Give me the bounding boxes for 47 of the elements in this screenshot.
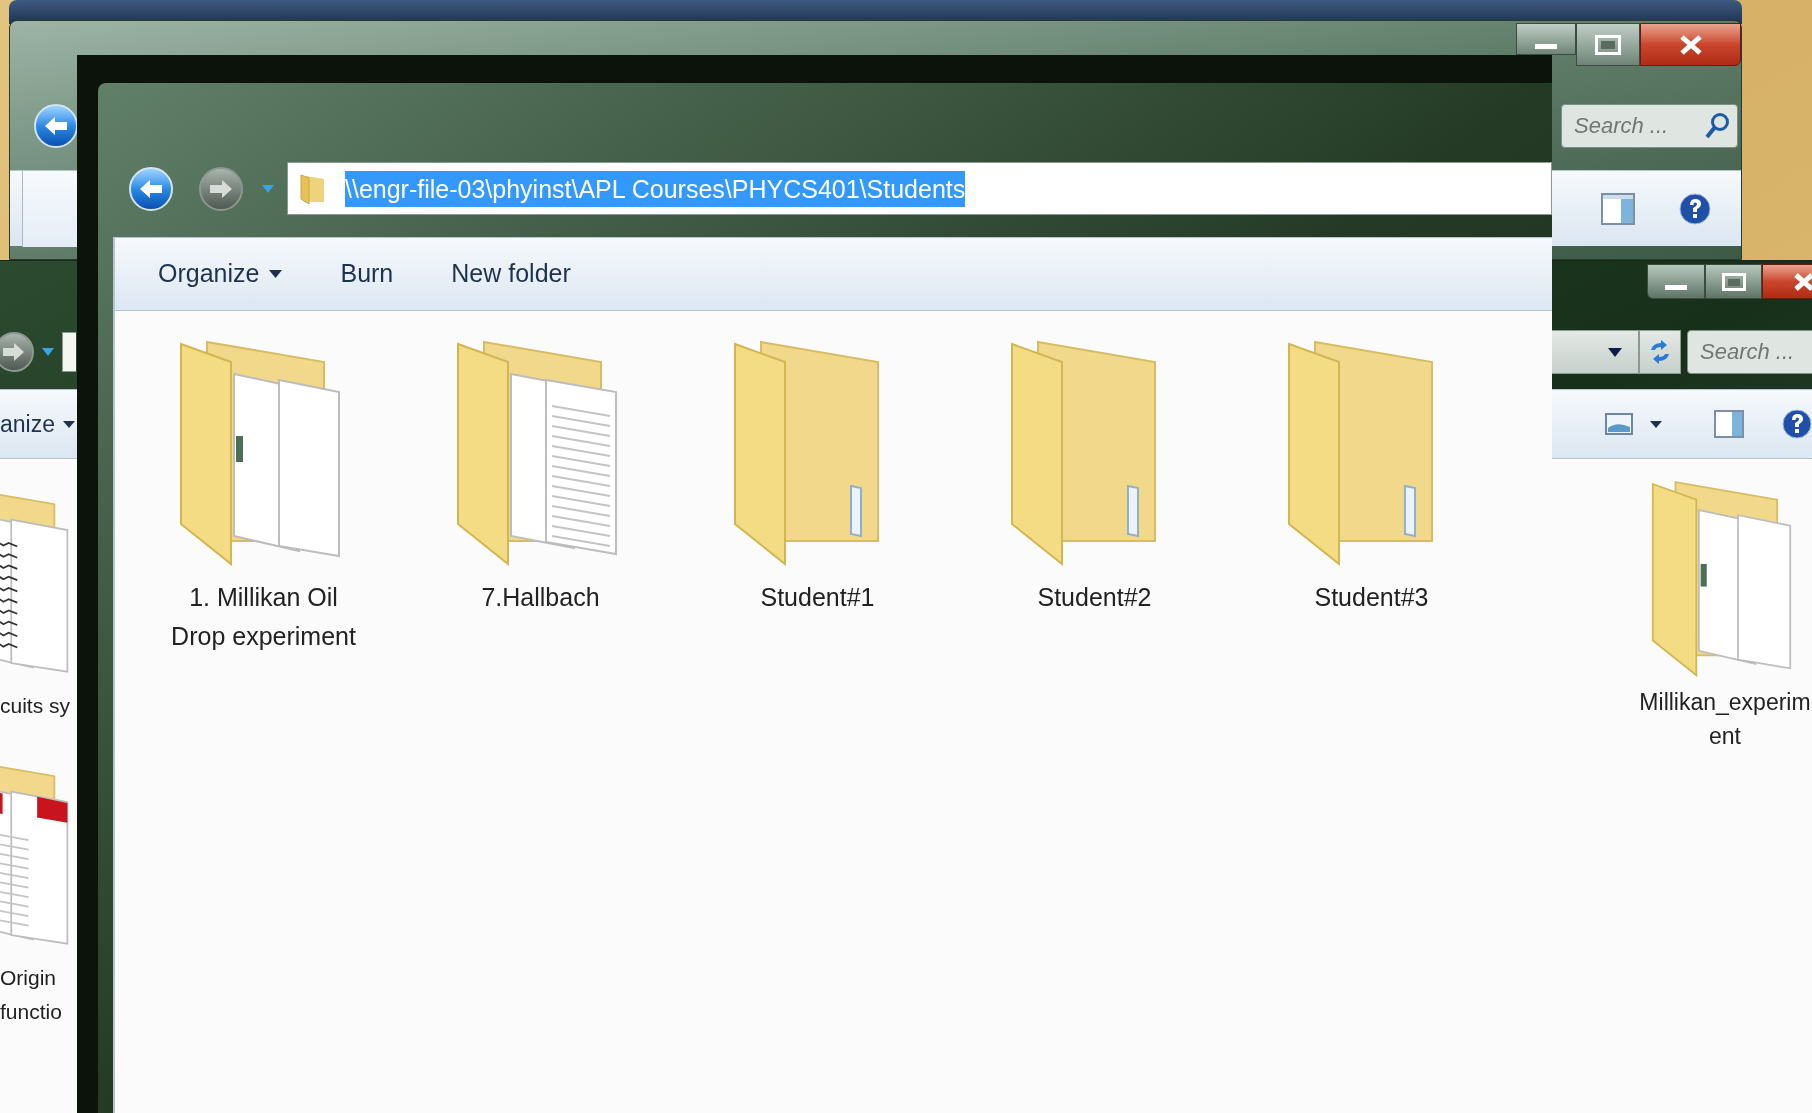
right-arrow-icon (2, 342, 26, 362)
search-field[interactable]: Search ... (1687, 330, 1812, 374)
caret-icon (63, 420, 75, 428)
right-arrow-icon (208, 177, 234, 200)
organize-menu[interactable]: anize (0, 406, 75, 442)
search-field[interactable]: Search ... (1561, 104, 1738, 148)
minimize-icon (1535, 44, 1557, 49)
menu-button[interactable]: Organize (146, 252, 295, 296)
close-icon (1793, 271, 1812, 292)
left-arrow-icon (43, 115, 69, 137)
minimize-button[interactable] (1516, 23, 1576, 55)
maximize-button[interactable] (1705, 264, 1762, 299)
folder-item[interactable]: Student#1 (679, 336, 956, 617)
folder-item[interactable]: Millikan_experim ent (1615, 477, 1812, 753)
folder-icon (300, 173, 326, 204)
search-icon (1704, 112, 1730, 140)
help-icon[interactable] (1782, 409, 1812, 439)
caret-icon (269, 270, 283, 278)
minimize-button[interactable] (1647, 264, 1705, 299)
view-icon[interactable] (1605, 413, 1633, 435)
address-field[interactable] (1551, 330, 1639, 374)
back-button[interactable] (129, 166, 173, 211)
forward-button[interactable] (0, 332, 34, 372)
close-icon (1678, 33, 1703, 56)
close-button[interactable] (1640, 23, 1741, 66)
maximize-icon (1595, 34, 1621, 55)
minimize-icon (1665, 285, 1687, 290)
preview-pane-icon[interactable] (1714, 410, 1744, 438)
left-arrow-icon (138, 177, 164, 200)
folder-item[interactable]: Origin functio (0, 753, 76, 1029)
maximize-button[interactable] (1576, 23, 1640, 66)
back-button[interactable] (34, 104, 78, 148)
caret-icon (1608, 347, 1622, 357)
folder-item[interactable]: cuits sy (0, 481, 76, 723)
caret-icon[interactable] (1650, 420, 1662, 428)
toolbar-button[interactable]: New folder (439, 252, 583, 296)
folder-item[interactable]: 1. Millikan Oil Drop experiment (125, 336, 402, 656)
preview-pane-icon[interactable] (1601, 192, 1635, 225)
refresh-button[interactable] (1639, 330, 1681, 374)
folder-item[interactable]: Student#2 (956, 336, 1233, 617)
address-field[interactable] (62, 332, 76, 372)
forward-button[interactable] (199, 166, 243, 211)
toolbar-button[interactable]: Burn (328, 252, 406, 296)
folder-item[interactable]: 7.Hallbach (402, 336, 679, 617)
folder-item[interactable]: Student#3 (1233, 336, 1510, 617)
maximize-icon (1721, 272, 1746, 291)
help-icon[interactable] (1679, 192, 1711, 225)
